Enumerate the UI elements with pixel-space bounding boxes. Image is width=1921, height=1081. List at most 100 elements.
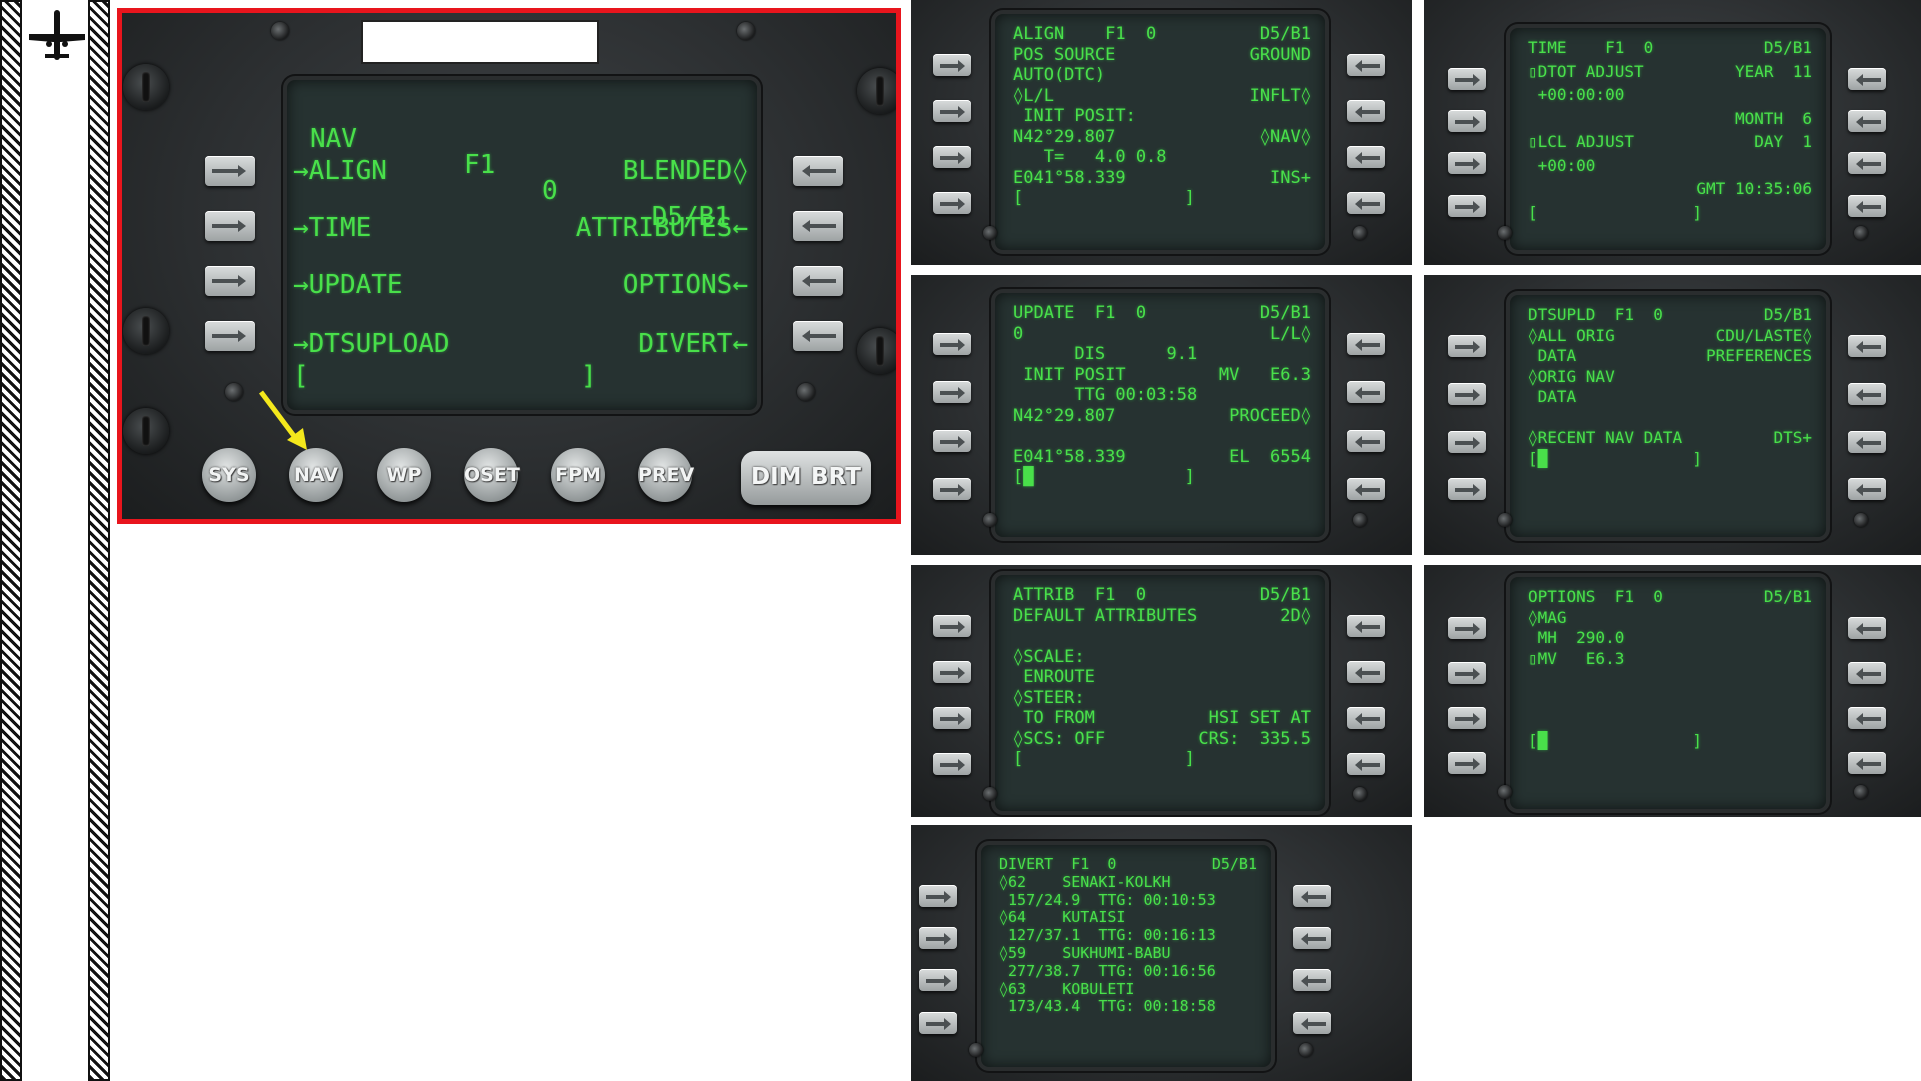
dtsupld-line-3: DATA PREFERENCES: [1528, 348, 1812, 366]
time-lsk-left-2[interactable]: [1448, 110, 1486, 133]
line-left-text: AUTO(DTC): [1013, 65, 1106, 85]
align-line-4: ◊L/L INFLT◊: [1013, 87, 1311, 107]
align-lsk-right-4[interactable]: [1347, 192, 1385, 215]
update-line-3: DIS 9.1: [1013, 346, 1311, 365]
time-lsk-left-3[interactable]: [1448, 152, 1486, 175]
dtsupld-lsk-right-3[interactable]: [1848, 430, 1886, 453]
update-lsk-left-1[interactable]: [933, 333, 971, 355]
options-lsk-right-3[interactable]: [1848, 707, 1886, 729]
divert-lsk-left-1[interactable]: [919, 885, 957, 907]
line-left-text: +00:00:00: [1528, 85, 1625, 104]
line-left-text: ▯DTOT ADJUST: [1528, 61, 1644, 81]
dtsupld-lsk-left-2[interactable]: [1448, 382, 1486, 405]
line-left-text: ◊ALL ORIG: [1528, 325, 1615, 345]
line-left-text: ◊ORIG NAV: [1528, 366, 1615, 386]
update-lsk-left-2[interactable]: [933, 381, 971, 404]
dtsupld-line-7: ◊RECENT NAV DATA DTS+: [1528, 430, 1812, 448]
time-lsk-right-3[interactable]: [1848, 152, 1886, 175]
update-line-5: TTG 00:03:58: [1013, 387, 1311, 406]
update-lsk-right-2[interactable]: [1347, 381, 1385, 404]
update-lsk-right-4[interactable]: [1347, 478, 1385, 500]
divert-line-1: DIVERT F1 0 D5/B1: [999, 857, 1257, 874]
line-left-text: +00:00: [1528, 155, 1596, 175]
divert-lsk-right-3[interactable]: [1293, 969, 1331, 992]
attrib-lsk-left-4[interactable]: [933, 753, 971, 776]
align-lsk-right-3[interactable]: [1347, 146, 1385, 169]
attrib-line-7: TO FROM HSI SET AT: [1013, 710, 1311, 729]
divert-lsk-right-1[interactable]: [1293, 885, 1331, 907]
screw: [1299, 1043, 1313, 1057]
align-lsk-left-1[interactable]: [933, 54, 971, 76]
dtsupld-lsk-right-4[interactable]: [1848, 478, 1886, 501]
line-right-text: D5/B1: [1259, 303, 1311, 323]
divert-lsk-left-4[interactable]: [919, 1011, 957, 1034]
attrib-lsk-left-1[interactable]: [933, 615, 971, 637]
options-lsk-right-2[interactable]: [1848, 662, 1886, 684]
line-right-text: MV E6.3: [1218, 364, 1311, 385]
time-lsk-left-4[interactable]: [1448, 194, 1486, 217]
options-lsk-left-2[interactable]: [1448, 662, 1486, 684]
update-lsk-right-1[interactable]: [1347, 333, 1385, 355]
options-line-5: [1528, 671, 1812, 689]
options-lsk-right-1[interactable]: [1848, 617, 1886, 639]
dtsupld-lsk-right-2[interactable]: [1848, 382, 1886, 405]
time-line-3: +00:00:00: [1528, 87, 1812, 105]
screw: [1498, 226, 1512, 240]
attrib-lsk-right-3[interactable]: [1347, 707, 1385, 730]
align-lsk-left-2[interactable]: [933, 100, 971, 123]
update-lsk-right-3[interactable]: [1347, 429, 1385, 452]
dtsupld-lsk-left-1[interactable]: [1448, 335, 1486, 357]
time-line-8: []: [1528, 202, 1812, 223]
divert-lsk-left-3[interactable]: [919, 969, 957, 992]
attrib-lsk-right-1[interactable]: [1347, 615, 1385, 637]
align-line-6: N42°29.807 ◊NAV◊: [1013, 128, 1311, 148]
time-lsk-right-1[interactable]: [1848, 68, 1886, 90]
line-right-text: 2D◊: [1280, 605, 1311, 626]
update-lsk-left-3[interactable]: [933, 429, 971, 452]
line-right-text: D5/B1: [1763, 305, 1812, 324]
attrib-lsk-left-2[interactable]: [933, 661, 971, 684]
dtsupld-lsk-left-3[interactable]: [1448, 430, 1486, 453]
attrib-lsk-right-4[interactable]: [1347, 753, 1385, 776]
options-line-7: [1528, 712, 1812, 730]
time-lsk-right-2[interactable]: [1848, 110, 1886, 133]
update-line-6: N42°29.807 PROCEED◊: [1013, 407, 1311, 427]
line-left-text: [: [1013, 749, 1024, 769]
options-lsk-left-3[interactable]: [1448, 707, 1486, 729]
align-lsk-right-2[interactable]: [1347, 100, 1385, 123]
line-left-text: ◊64 KUTAISI: [999, 908, 1126, 927]
options-line-1: OPTIONS F1 0 D5/B1: [1528, 589, 1812, 607]
line-left-text: TO FROM: [1013, 708, 1095, 728]
attrib-lsk-left-3[interactable]: [933, 707, 971, 730]
divert-lsk-right-2[interactable]: [1293, 927, 1331, 950]
update-line-1: UPDATE F1 0 D5/B1: [1013, 305, 1311, 324]
line-left-text: DIVERT F1 0: [999, 855, 1117, 873]
line-left-text: DTSUPLD F1 0: [1528, 305, 1663, 324]
divert-lsk-right-4[interactable]: [1293, 1011, 1331, 1034]
line-right-text: CDU/LASTE◊: [1715, 325, 1812, 345]
line-left-text: ▯LCL ADJUST: [1528, 132, 1634, 151]
side-strip: [0, 0, 112, 1081]
line-right-text: GROUND: [1249, 44, 1311, 65]
dtsupld-lsk-left-4[interactable]: [1448, 478, 1486, 501]
line-left-text: 127/37.1 TTG: 00:16:13: [999, 926, 1216, 945]
divert-lsk-left-2[interactable]: [919, 927, 957, 950]
line-left-text: 277/38.7 TTG: 00:16:56: [999, 961, 1216, 980]
cdu-update-panel: UPDATE F1 0 D5/B1 0 L/L◊ DIS 9.1 INIT POSIT…: [911, 275, 1412, 555]
update-lsk-left-4[interactable]: [933, 478, 971, 500]
time-lsk-right-4[interactable]: [1848, 194, 1886, 217]
dtsupld-lsk-right-1[interactable]: [1848, 335, 1886, 357]
line-right-text: L/L◊: [1270, 323, 1311, 344]
cdu-nav-panel: NAV F1 0 D5/B1 →ALIGN →TIME →UPDATE →DTS…: [117, 8, 901, 524]
options-lsk-left-4[interactable]: [1448, 752, 1486, 774]
options-lsk-left-1[interactable]: [1448, 617, 1486, 639]
line-left-text: [: [1528, 202, 1538, 222]
time-lsk-left-1[interactable]: [1448, 68, 1486, 90]
align-lsk-left-4[interactable]: [933, 192, 971, 215]
align-lsk-right-1[interactable]: [1347, 54, 1385, 76]
screw: [1854, 785, 1868, 799]
align-lsk-left-3[interactable]: [933, 146, 971, 169]
line-left-text: 0: [1013, 323, 1024, 344]
attrib-lsk-right-2[interactable]: [1347, 661, 1385, 684]
options-lsk-right-4[interactable]: [1848, 752, 1886, 774]
